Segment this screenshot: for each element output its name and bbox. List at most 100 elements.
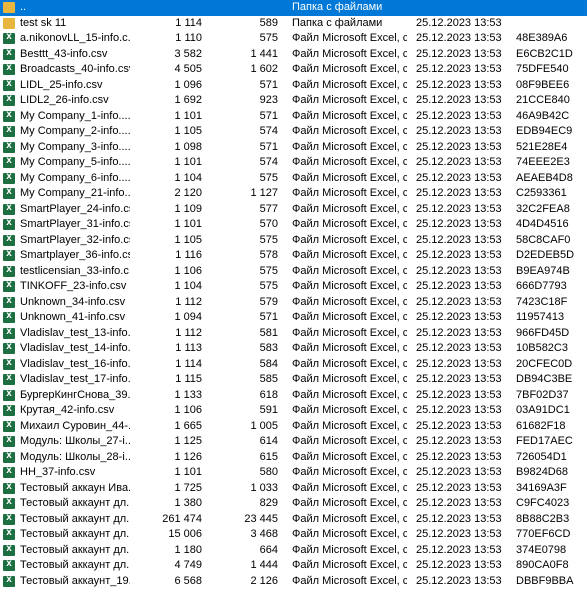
file-row[interactable]: Broadcasts_40-info.csv 4 505 1 602 Файл … (0, 62, 587, 78)
excel-icon (3, 219, 15, 230)
file-name: Besttt_43-info.csv (20, 47, 108, 60)
file-type: Папка с файлами (292, 16, 383, 29)
file-row[interactable]: Тестовый аккаунт дл... 1 380 829 Файл Mi… (0, 496, 587, 512)
file-row[interactable]: My Company_3-info.... 1 098 571 Файл Mic… (0, 140, 587, 156)
file-row[interactable]: Besttt_43-info.csv 3 582 1 441 Файл Micr… (0, 47, 587, 63)
file-row[interactable]: Vladislav_test_16-info.... 1 114 584 Фай… (0, 357, 587, 373)
file-row[interactable]: Модуль: Школы_28-i... 1 126 615 Файл Mic… (0, 450, 587, 466)
file-size: 1 725 (174, 481, 202, 494)
file-row[interactable]: Vladislav_test_13-info.... 1 112 581 Фай… (0, 326, 587, 342)
file-size: 1 116 (175, 249, 202, 261)
file-row[interactable]: My Company_2-info.... 1 105 574 Файл Mic… (0, 124, 587, 140)
excel-icon (3, 529, 15, 540)
packed-size: 585 (259, 373, 278, 385)
modified-date: 25.12.2023 13:53 (416, 357, 502, 370)
packed-size: 575 (259, 32, 278, 44)
packed-size: 570 (259, 218, 278, 230)
file-row[interactable]: Unknown_41-info.csv 1 094 571 Файл Micro… (0, 310, 587, 326)
file-row[interactable]: Vladislav_test_14-info.... 1 113 583 Фай… (0, 341, 587, 357)
file-name: SmartPlayer_31-info.csv (20, 218, 130, 230)
file-row[interactable]: Тестовый аккаунт дл... 1 180 664 Файл Mi… (0, 543, 587, 559)
file-size: 4 505 (174, 63, 202, 75)
file-row[interactable]: LIDL_25-info.csv 1 096 571 Файл Microsof… (0, 78, 587, 94)
file-row[interactable]: Модуль: Школы_27-i... 1 125 614 Файл Mic… (0, 434, 587, 450)
file-row[interactable]: test sk 11 1 114 589 Папка с файлами 25.… (0, 16, 587, 32)
crc32: C9FC4023 (516, 497, 570, 509)
file-row[interactable]: SmartPlayer_32-info.csv 1 105 575 Файл M… (0, 233, 587, 249)
crc32: FED17AEC (516, 435, 573, 447)
file-row[interactable]: My Company_5-info.... 1 101 574 Файл Mic… (0, 155, 587, 171)
file-name: Тестовый аккаунт дл... (20, 559, 130, 571)
file-size: 1 106 (174, 404, 202, 416)
file-type: Файл Microsoft Excel, с... (292, 295, 407, 308)
crc32: 32C2FEA8 (516, 202, 570, 215)
packed-size: 618 (259, 388, 278, 401)
file-size: 1 101 (174, 109, 202, 122)
modified-date: 25.12.2023 13:53 (416, 466, 502, 478)
excel-icon (3, 327, 15, 339)
file-row[interactable]: Unknown_34-info.csv 1 112 579 Файл Micro… (0, 295, 587, 311)
file-row[interactable]: My Company_21-info... 2 120 1 127 Файл M… (0, 186, 587, 202)
excel-icon (3, 560, 15, 571)
file-row-selected[interactable]: .. Папка с файлами (0, 0, 587, 16)
file-row[interactable]: TINKOFF_23-info.csv 1 104 575 Файл Micro… (0, 279, 587, 295)
file-type: Файл Microsoft Excel, с... (292, 264, 407, 277)
file-row[interactable]: HH_37-info.csv 1 101 580 Файл Microsoft … (0, 465, 587, 481)
file-name: testlicensian_33-info.c... (20, 264, 130, 277)
excel-icon (3, 451, 15, 463)
file-name: Тестовый аккаунт_19... (20, 574, 130, 587)
excel-icon (3, 420, 15, 432)
file-type: Файл Microsoft Excel, с... (292, 543, 407, 556)
crc32: EDB94EC9 (516, 125, 573, 137)
file-name: Smartplayer_36-info.csv (20, 249, 130, 261)
file-type: Файл Microsoft Excel, с... (292, 466, 407, 478)
file-size: 1 098 (174, 140, 202, 153)
crc32: 966FD45D (516, 326, 570, 339)
modified-date: 25.12.2023 13:53 (416, 481, 502, 494)
file-type: Файл Microsoft Excel, с... (292, 404, 407, 416)
file-row[interactable]: Тестовый аккаунт_19... 6 568 2 126 Файл … (0, 574, 587, 590)
modified-date: 25.12.2023 13:53 (416, 94, 502, 106)
packed-size: 1 444 (250, 559, 278, 571)
file-row[interactable]: My Company_6-info.... 1 104 575 Файл Mic… (0, 171, 587, 187)
file-row[interactable]: Vladislav_test_17-info.... 1 115 585 Фай… (0, 372, 587, 388)
file-row[interactable]: Тестовый аккаунт дл... 261 474 23 445 Фа… (0, 512, 587, 528)
excel-icon (3, 544, 15, 556)
file-row[interactable]: Smartplayer_36-info.csv 1 116 578 Файл M… (0, 248, 587, 264)
file-size: 1 115 (175, 373, 202, 385)
modified-date: 25.12.2023 13:53 (416, 559, 502, 571)
file-row[interactable]: Тестовый аккаун Ива... 1 725 1 033 Файл … (0, 481, 587, 497)
modified-date: 25.12.2023 13:53 (416, 233, 502, 246)
file-size: 6 568 (174, 574, 202, 587)
file-size: 1 101 (174, 156, 202, 168)
modified-date: 25.12.2023 13:53 (416, 202, 502, 215)
file-row[interactable]: Крутая_42-info.csv 1 106 591 Файл Micros… (0, 403, 587, 419)
modified-date: 25.12.2023 13:53 (416, 512, 502, 525)
file-type: Файл Microsoft Excel, с... (292, 171, 407, 184)
file-name: Тестовый аккаунт дл... (20, 497, 130, 509)
file-row[interactable]: a.nikonovLL_15-info.c... 1 110 575 Файл … (0, 31, 587, 47)
file-row[interactable]: Тестовый аккаунт дл... 15 006 3 468 Файл… (0, 527, 587, 543)
file-row[interactable]: My Company_1-info.... 1 101 571 Файл Mic… (0, 109, 587, 125)
file-row[interactable]: SmartPlayer_31-info.csv 1 101 570 Файл M… (0, 217, 587, 233)
file-row[interactable]: testlicensian_33-info.c... 1 106 575 Фай… (0, 264, 587, 280)
file-name: Тестовый аккаунт дл... (20, 543, 130, 556)
crc32: 61682F18 (516, 419, 566, 432)
file-type: Файл Microsoft Excel, с... (292, 202, 407, 215)
file-row[interactable]: SmartPlayer_24-info.csv 1 109 577 Файл M… (0, 202, 587, 218)
packed-size: 1 127 (250, 187, 278, 199)
file-size: 1 112 (175, 295, 202, 308)
file-size: 1 104 (174, 280, 202, 292)
file-type: Файл Microsoft Excel, с... (292, 140, 407, 153)
file-row[interactable]: Тестовый аккаунт дл... 4 749 1 444 Файл … (0, 558, 587, 574)
file-size: 1 101 (174, 218, 202, 230)
file-type: Файл Microsoft Excel, с... (292, 78, 407, 91)
file-row[interactable]: LIDL2_26-info.csv 1 692 923 Файл Microso… (0, 93, 587, 109)
file-row[interactable]: Михаил Суровин_44-... 1 665 1 005 Файл M… (0, 419, 587, 435)
packed-size: 581 (259, 326, 278, 339)
file-size: 1 125 (174, 435, 202, 447)
excel-icon (3, 110, 15, 122)
excel-icon (3, 436, 15, 447)
file-row[interactable]: БургерКингСнова_39... 1 133 618 Файл Mic… (0, 388, 587, 404)
packed-size: 584 (259, 357, 278, 370)
